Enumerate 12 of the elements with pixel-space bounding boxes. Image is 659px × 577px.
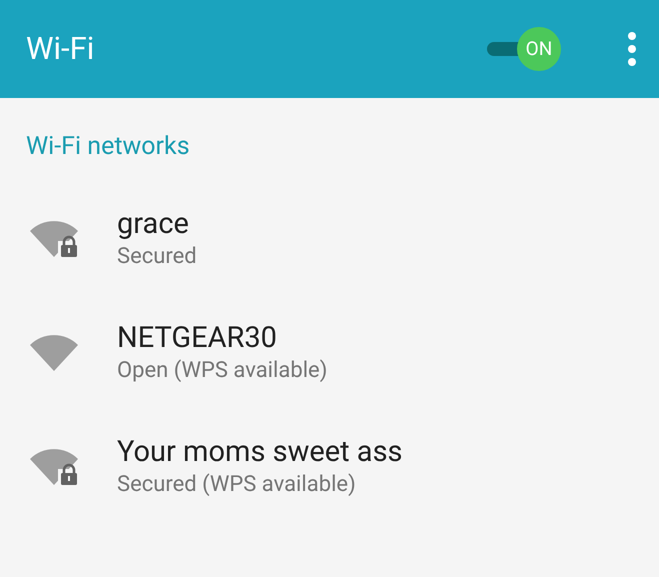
network-name: grace: [117, 206, 190, 242]
network-status: Secured: [117, 242, 197, 270]
network-status: Secured (WPS available): [117, 470, 357, 498]
network-status: Open (WPS available): [117, 356, 328, 384]
network-item[interactable]: NETGEAR30 Open (WPS available): [0, 320, 659, 386]
network-name: Your moms sweet ass: [117, 434, 403, 470]
network-item[interactable]: grace Secured: [0, 206, 659, 272]
network-item[interactable]: Your moms sweet ass Secured (WPS available): [0, 434, 659, 500]
page-title: Wi-Fi: [26, 28, 96, 69]
section-title: Wi-Fi networks: [26, 132, 190, 161]
menu-icon[interactable]: [627, 32, 637, 66]
network-name: NETGEAR30: [117, 320, 278, 356]
